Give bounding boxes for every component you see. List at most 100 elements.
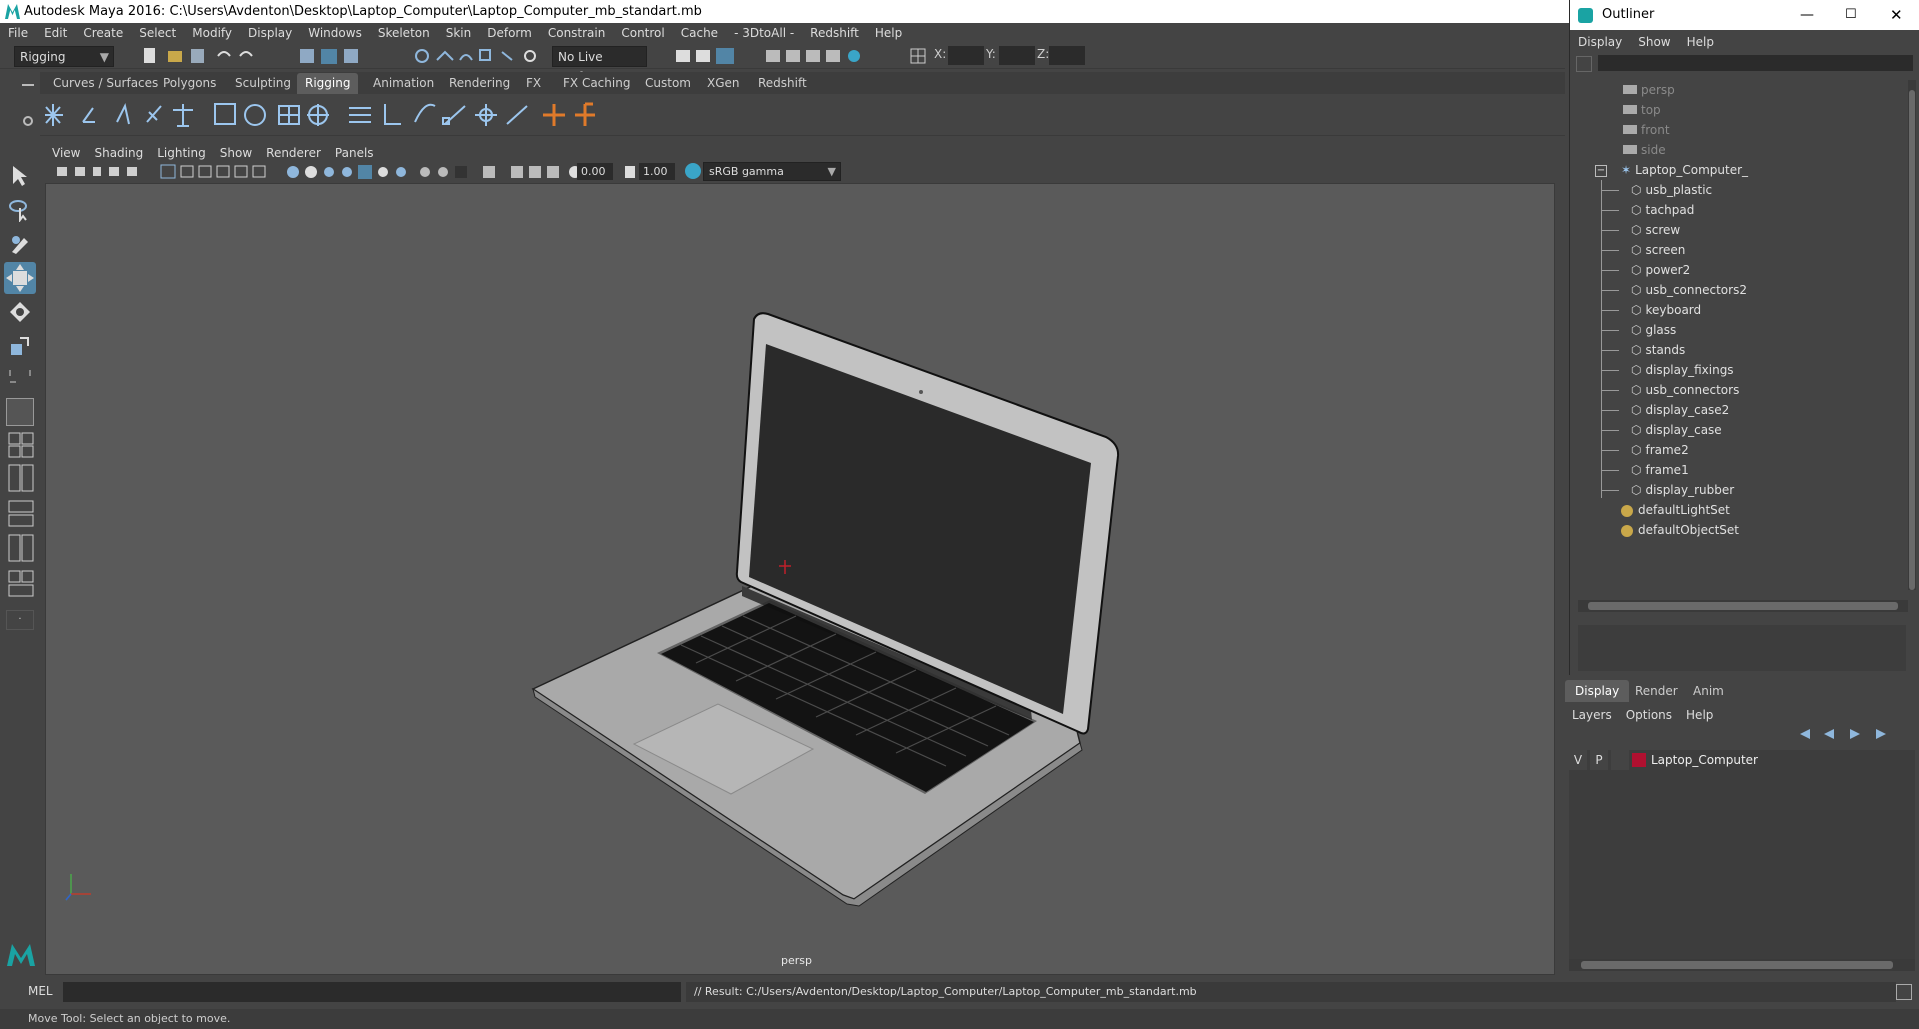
last-tool-icon[interactable] [8, 368, 32, 384]
viewport-menu-renderer[interactable]: Renderer [259, 143, 328, 163]
tree-item-screen[interactable]: ⬡ screen [1601, 240, 1685, 260]
tree-item-frame2[interactable]: ⬡ frame2 [1601, 440, 1689, 460]
menu-cache[interactable]: Cache [673, 23, 726, 43]
tab-render[interactable]: Render [1625, 680, 1688, 702]
tree-item-keyboard[interactable]: ⬡ keyboard [1601, 300, 1701, 320]
y-coord-field[interactable] [999, 46, 1035, 65]
tab-custom[interactable]: Custom [637, 73, 699, 94]
menu-help[interactable]: Help [867, 23, 910, 43]
tab-polygons[interactable]: Polygons [155, 73, 224, 94]
layer-name[interactable]: Laptop_Computer [1651, 750, 1758, 770]
maximize-icon[interactable]: ☐ [1845, 0, 1857, 30]
color-management-icon[interactable] [685, 163, 701, 179]
layer-visibility-toggle[interactable]: V [1569, 750, 1587, 770]
tree-item-screw[interactable]: ⬡ screw [1601, 220, 1680, 240]
menu-constrain[interactable]: Constrain [540, 23, 614, 43]
tree-item-power2[interactable]: ⬡ power2 [1601, 260, 1690, 280]
menu-display[interactable]: Display [240, 23, 300, 43]
snap-tool-icons[interactable] [412, 46, 542, 66]
outliner-vertical-scrollbar[interactable] [1908, 80, 1916, 590]
tree-item-glass[interactable]: ⬡ glass [1601, 320, 1676, 340]
minimize-icon[interactable]: — [1800, 0, 1814, 30]
persp-outliner-layout-icon[interactable] [8, 500, 34, 528]
layer-horizontal-scrollbar[interactable] [1569, 959, 1915, 971]
command-input[interactable] [63, 982, 681, 1002]
rotate-tool-icon[interactable] [8, 300, 32, 324]
single-view-layout-icon[interactable] [6, 398, 34, 426]
live-surface-field[interactable]: No Live Surface [552, 46, 647, 84]
menu-modify[interactable]: Modify [184, 23, 240, 43]
menu-control[interactable]: Control [613, 23, 672, 43]
tree-item-side[interactable]: side [1623, 140, 1666, 160]
layer-color-swatch[interactable] [1632, 753, 1646, 767]
paint-select-icon[interactable] [8, 232, 32, 256]
tree-item-persp[interactable]: persp [1623, 80, 1675, 100]
tree-item-tachpad[interactable]: ⬡ tachpad [1601, 200, 1694, 220]
menu-skeleton[interactable]: Skeleton [370, 23, 438, 43]
tree-item-default-light-set[interactable]: defaultLightSet [1621, 500, 1730, 520]
shelf-gear-icon[interactable] [23, 116, 33, 126]
tree-item-usb-connectors2[interactable]: ⬡ usb_connectors2 [1601, 280, 1747, 300]
layer-row[interactable]: V P Laptop_Computer [1569, 750, 1915, 770]
menu-edit[interactable]: Edit [36, 23, 75, 43]
menu-deform[interactable]: Deform [479, 23, 540, 43]
viewport-menu-show[interactable]: Show [213, 143, 259, 163]
file-tool-icons[interactable] [140, 46, 390, 66]
outliner-search-input[interactable] [1598, 55, 1913, 71]
tree-item-display-fixings[interactable]: ⬡ display_fixings [1601, 360, 1734, 380]
layer-playback-toggle[interactable]: P [1590, 750, 1608, 770]
menu-windows[interactable]: Windows [300, 23, 370, 43]
tree-item-usb-connectors[interactable]: ⬡ usb_connectors [1601, 380, 1739, 400]
two-view-layout-icon[interactable] [8, 464, 34, 494]
viewport-menu-lighting[interactable]: Lighting [150, 143, 213, 163]
outliner-filter-icon[interactable] [1576, 56, 1592, 72]
tree-item-group[interactable]: − ✶ Laptop_Computer_ [1595, 160, 1748, 180]
menu-create[interactable]: Create [75, 23, 131, 43]
symmetry-icon[interactable] [910, 48, 926, 64]
menu-file[interactable]: File [0, 23, 36, 43]
menuset-dropdown[interactable]: Rigging ▼ [14, 46, 114, 67]
scroll-thumb[interactable] [1909, 90, 1915, 590]
tab-fx[interactable]: FX [518, 73, 549, 94]
tree-item-display-case[interactable]: ⬡ display_case [1601, 420, 1722, 440]
tab-animation[interactable]: Animation [365, 73, 442, 94]
outliner-menu-display[interactable]: Display [1570, 35, 1630, 49]
scale-tool-icon[interactable] [8, 334, 32, 358]
tree-item-frame1[interactable]: ⬡ frame1 [1601, 460, 1689, 480]
viewport-toolbar-icons[interactable] [55, 164, 735, 180]
tree-item-stands[interactable]: ⬡ stands [1601, 340, 1685, 360]
tree-item-display-rubber[interactable]: ⬡ display_rubber [1601, 480, 1734, 500]
gamma-field[interactable]: 1.00 [639, 163, 675, 180]
tree-item-default-object-set[interactable]: defaultObjectSet [1621, 520, 1739, 540]
command-lang-label[interactable]: MEL [28, 984, 53, 998]
viewport-menu-panels[interactable]: Panels [328, 143, 381, 163]
script-editor-icon[interactable] [1896, 984, 1912, 1000]
x-coord-field[interactable] [948, 46, 984, 65]
collapse-icon[interactable]: − [1595, 164, 1607, 177]
move-tool-button[interactable] [4, 262, 36, 294]
layer-action-icons[interactable] [1798, 726, 1908, 742]
tree-item-display-case2[interactable]: ⬡ display_case2 [1601, 400, 1729, 420]
outliner-menu-show[interactable]: Show [1630, 35, 1678, 49]
tab-rendering[interactable]: Rendering [441, 73, 518, 94]
hypershade-layout-icon[interactable] [8, 570, 34, 598]
menu-select[interactable]: Select [131, 23, 184, 43]
layer-menu-options[interactable]: Options [1619, 708, 1679, 722]
color-space-dropdown[interactable]: sRGB gamma ▼ [703, 162, 841, 181]
z-coord-field[interactable] [1049, 46, 1085, 65]
tab-xgen[interactable]: XGen [699, 73, 748, 94]
shelf-menu-icon[interactable] [22, 84, 34, 86]
exposure-field[interactable]: 0.00 [577, 163, 613, 180]
laptop-model[interactable] [46, 184, 1555, 975]
rigging-shelf-icons[interactable] [45, 100, 685, 130]
tab-display[interactable]: Display [1565, 680, 1630, 702]
tree-item-front[interactable]: front [1623, 120, 1670, 140]
select-tool-icon[interactable] [8, 164, 32, 188]
tab-anim[interactable]: Anim [1683, 680, 1734, 702]
layer-reference-toggle[interactable] [1611, 750, 1629, 770]
scroll-thumb[interactable] [1588, 602, 1898, 610]
menu-redshift[interactable]: Redshift [802, 23, 867, 43]
scroll-thumb[interactable] [1581, 961, 1893, 969]
layer-menu-help[interactable]: Help [1679, 708, 1720, 722]
render-tool-icons[interactable] [674, 46, 874, 66]
